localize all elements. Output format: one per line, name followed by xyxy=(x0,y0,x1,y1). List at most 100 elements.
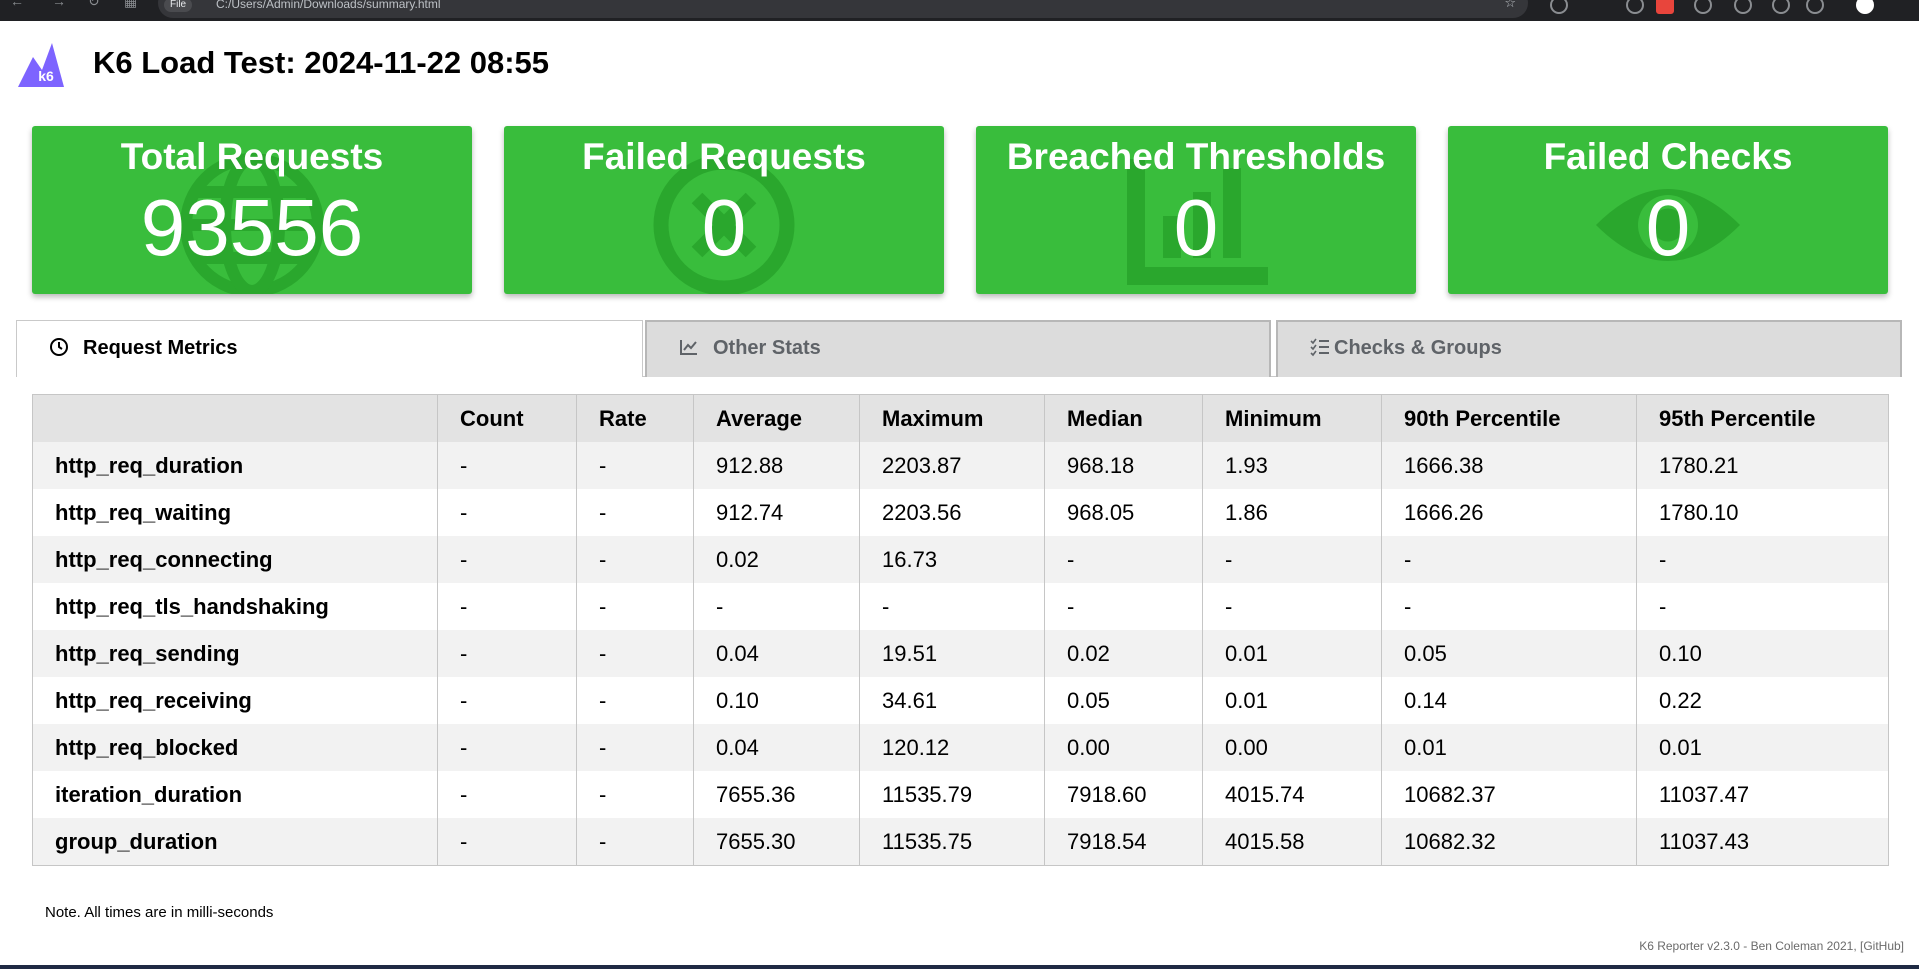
metric-value-cell: 0.10 xyxy=(1636,630,1889,677)
metric-name-cell: http_req_waiting xyxy=(32,489,438,536)
metric-value-cell: 1780.10 xyxy=(1636,489,1889,536)
metric-value-cell: - xyxy=(576,818,694,866)
metric-value-cell: - xyxy=(1636,536,1889,583)
extension-icon[interactable] xyxy=(1694,0,1712,14)
metric-value-cell: - xyxy=(1381,536,1637,583)
metric-value-cell: - xyxy=(576,771,694,818)
metric-value-cell: 0.01 xyxy=(1381,724,1637,771)
metric-value-cell: 1.86 xyxy=(1202,489,1382,536)
github-link[interactable]: [GitHub] xyxy=(1860,939,1904,953)
metric-value-cell: - xyxy=(576,630,694,677)
extension-icon[interactable] xyxy=(1734,0,1752,14)
card-failed-requests: Failed Requests 0 xyxy=(504,126,944,294)
metric-value-cell: - xyxy=(576,677,694,724)
address-bar[interactable]: File C:/Users/Admin/Downloads/summary.ht… xyxy=(158,0,1528,18)
column-header xyxy=(32,394,438,442)
extension-icon[interactable] xyxy=(1626,0,1644,14)
table-row: http_req_waiting - -912.74 2203.56 968.05 1.8… xyxy=(32,489,1889,536)
metric-name-cell: group_duration xyxy=(32,818,438,866)
page-title: K6 Load Test: 2024-11-22 08:55 xyxy=(93,45,550,80)
card-value: 0 xyxy=(701,183,747,272)
metric-value-cell: - xyxy=(437,489,577,536)
tab-label: Checks & Groups xyxy=(1334,337,1502,359)
metric-value-cell: - xyxy=(437,677,577,724)
metric-value-cell: 10682.37 xyxy=(1381,771,1637,818)
metric-value-cell: 7918.60 xyxy=(1044,771,1203,818)
metric-value-cell: - xyxy=(1044,583,1203,630)
metric-value-cell: 0.02 xyxy=(693,536,860,583)
metric-value-cell: 0.04 xyxy=(693,724,860,771)
extension-icon[interactable] xyxy=(1550,0,1568,14)
metric-value-cell: 968.18 xyxy=(1044,442,1203,489)
k6-logo-icon: k6 xyxy=(18,43,64,87)
metric-value-cell: 0.05 xyxy=(1044,677,1203,724)
table-row: iteration_duration - -7655.36 11535.79 7918.… xyxy=(32,771,1889,818)
table-row: http_req_connecting - -0.02 16.73- - - - xyxy=(32,536,1889,583)
table-header-row: Count Rate Average Maximum Median Minimu… xyxy=(32,394,1889,442)
metric-value-cell: 34.61 xyxy=(859,677,1045,724)
metric-value-cell: 2203.87 xyxy=(859,442,1045,489)
metric-value-cell: - xyxy=(1381,583,1637,630)
card-total-requests: Total Requests 93556 xyxy=(32,126,472,294)
reload-icon[interactable]: ↻ xyxy=(88,0,100,10)
metric-value-cell: - xyxy=(576,489,694,536)
metric-value-cell: 0.10 xyxy=(693,677,860,724)
profile-avatar[interactable] xyxy=(1856,0,1874,14)
download-icon[interactable] xyxy=(1806,0,1824,14)
column-header: Minimum xyxy=(1202,394,1382,442)
metric-value-cell: 4015.74 xyxy=(1202,771,1382,818)
url-text[interactable]: C:/Users/Admin/Downloads/summary.html xyxy=(216,0,441,11)
metric-value-cell: - xyxy=(859,583,1045,630)
metric-value-cell: 2203.56 xyxy=(859,489,1045,536)
metric-value-cell: 7655.36 xyxy=(693,771,860,818)
column-header: Maximum xyxy=(859,394,1045,442)
forward-icon[interactable]: → xyxy=(52,0,66,9)
metric-value-cell: 11037.43 xyxy=(1636,818,1889,866)
tab-label: Other Stats xyxy=(713,337,821,359)
metric-value-cell: 7655.30 xyxy=(693,818,860,866)
metric-value-cell: - xyxy=(693,583,860,630)
svg-text:k6: k6 xyxy=(38,68,54,84)
metric-value-cell: 0.00 xyxy=(1044,724,1203,771)
column-header: Rate xyxy=(576,394,694,442)
metric-value-cell: 10682.32 xyxy=(1381,818,1637,866)
history-icon[interactable] xyxy=(1772,0,1790,14)
tab-checks-groups[interactable]: Checks & Groups xyxy=(1276,320,1902,377)
metric-value-cell: 912.74 xyxy=(693,489,860,536)
tab-other-stats[interactable]: Other Stats xyxy=(645,320,1271,377)
card-title: Failed Requests xyxy=(582,136,866,177)
metric-value-cell: 11535.79 xyxy=(859,771,1045,818)
metric-value-cell: 0.01 xyxy=(1202,630,1382,677)
bookmark-star-icon[interactable]: ☆ xyxy=(1504,0,1516,11)
metric-value-cell: 0.02 xyxy=(1044,630,1203,677)
units-note: Note. All times are in milli-seconds xyxy=(45,904,274,921)
metric-value-cell: 1.93 xyxy=(1202,442,1382,489)
metric-value-cell: - xyxy=(576,442,694,489)
table-row: http_req_sending - -0.04 19.51 0.02 0.01 0.05 0… xyxy=(32,630,1889,677)
metric-value-cell: 0.01 xyxy=(1202,677,1382,724)
back-icon[interactable]: ← xyxy=(10,0,24,9)
tab-request-metrics[interactable]: Request Metrics xyxy=(16,320,643,377)
taskbar-edge xyxy=(0,965,1919,969)
metric-value-cell: 0.14 xyxy=(1381,677,1637,724)
metric-value-cell: - xyxy=(576,724,694,771)
metric-value-cell: 968.05 xyxy=(1044,489,1203,536)
metric-value-cell: 19.51 xyxy=(859,630,1045,677)
card-value: 0 xyxy=(1645,183,1691,272)
table-row: http_req_duration - -912.88 2203.87 968.18 1.… xyxy=(32,442,1889,489)
file-chip: File xyxy=(164,0,193,12)
tab-grid-icon[interactable]: ▦ xyxy=(124,0,137,10)
card-title: Total Requests xyxy=(120,136,384,177)
column-header: 90th Percentile xyxy=(1381,394,1637,442)
metric-value-cell: - xyxy=(437,536,577,583)
request-metrics-table: Count Rate Average Maximum Median Minimu… xyxy=(32,394,1889,866)
metric-value-cell: 120.12 xyxy=(859,724,1045,771)
metric-value-cell: 7918.54 xyxy=(1044,818,1203,866)
metric-value-cell: - xyxy=(576,536,694,583)
metric-value-cell: - xyxy=(437,771,577,818)
metric-value-cell: - xyxy=(437,818,577,866)
credit-text: K6 Reporter v2.3.0 - Ben Coleman 2021, xyxy=(1639,939,1860,953)
card-failed-checks: Failed Checks 0 xyxy=(1448,126,1888,294)
extension-icon[interactable] xyxy=(1656,0,1674,14)
metric-value-cell: - xyxy=(437,583,577,630)
